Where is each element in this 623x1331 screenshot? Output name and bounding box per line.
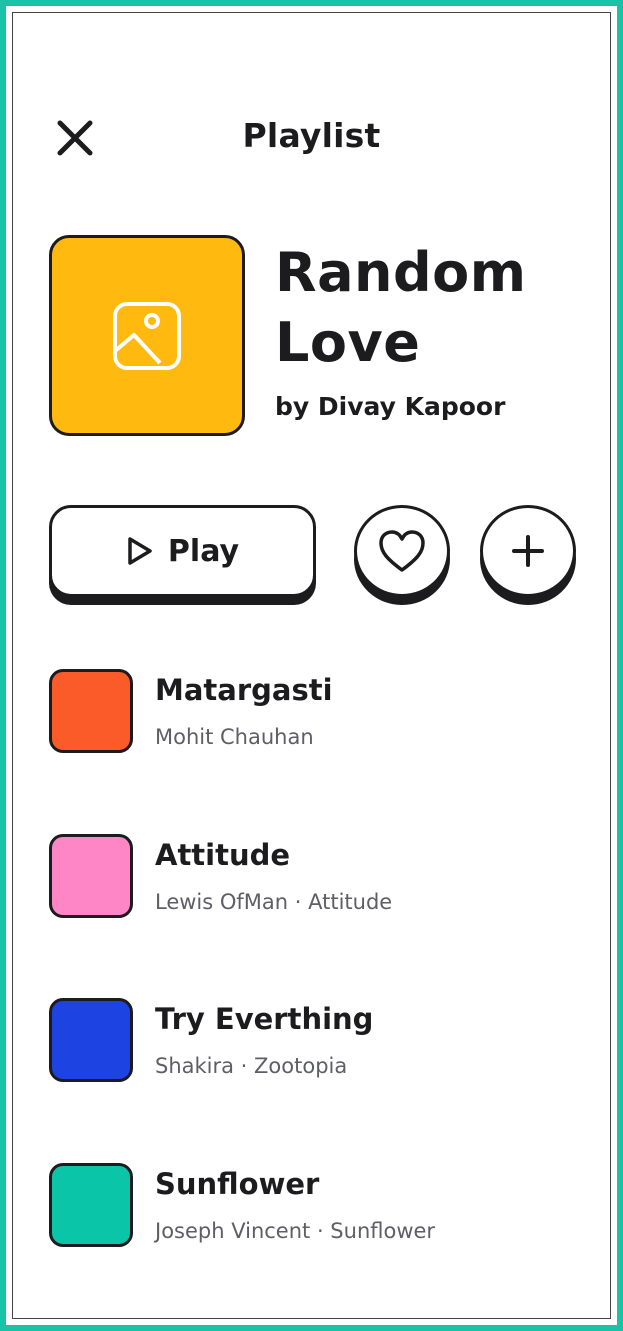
plus-icon [512,535,544,567]
track-title: Sunflower [155,1167,320,1201]
page-title: Playlist [242,116,381,155]
track-item[interactable]: Attitude Lewis OfMan · Attitude [49,834,589,920]
heart-icon [379,530,425,572]
playlist-cover [49,235,245,436]
track-thumbnail [49,1163,133,1247]
track-thumbnail [49,834,133,918]
track-title: Try Everthing [155,1002,374,1036]
track-title: Matargasti [155,673,333,707]
add-button[interactable] [480,505,576,597]
screen [12,12,611,1319]
track-subtitle: Shakira · Zootopia [155,1054,348,1078]
track-item[interactable]: Matargasti Mohit Chauhan [49,669,589,755]
like-button[interactable] [354,505,450,597]
track-thumbnail [49,998,133,1082]
track-subtitle: Lewis OfMan · Attitude [155,890,393,914]
track-item[interactable]: Try Everthing Shakira · Zootopia [49,998,589,1084]
play-button[interactable]: Play [49,505,316,597]
track-title: Attitude [155,838,291,872]
track-subtitle: Mohit Chauhan [155,725,314,749]
track-item[interactable]: Sunflower Joseph Vincent · Sunflower [49,1163,589,1249]
play-button-label: Play [167,533,240,569]
playlist-title: Random Love [275,241,527,374]
play-icon [128,537,152,565]
playlist-author: by Divay Kapoor [275,392,506,421]
image-placeholder-icon [113,301,181,370]
track-thumbnail [49,669,133,753]
app-frame [0,0,623,1331]
track-subtitle: Joseph Vincent · Sunflower [155,1219,436,1243]
